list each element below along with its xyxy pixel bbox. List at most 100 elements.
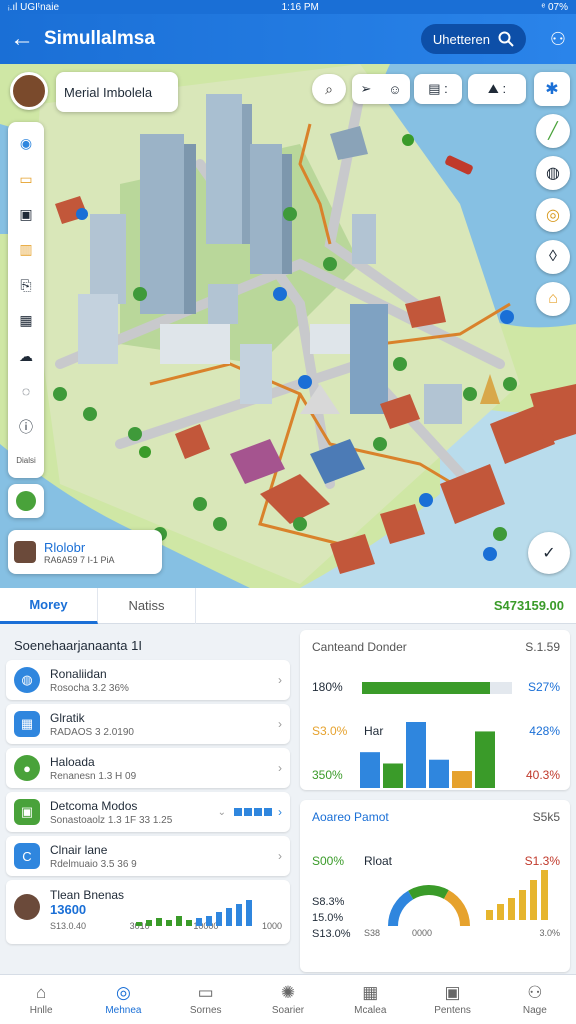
- search-button[interactable]: Uhetteren: [420, 24, 526, 54]
- user-icon: ⚇: [549, 28, 567, 49]
- list-item[interactable]: ▦ Glratik RADAOS 3 2.0190 ›: [6, 704, 290, 744]
- list-item[interactable]: ▣ Detcoma Modos Sonastoaolz 1.3 1F 33 1.2…: [6, 792, 290, 832]
- green-action-button[interactable]: [8, 484, 44, 518]
- list-item[interactable]: ◍ Ronaliidan Rosocha 3.2 36% ›: [6, 660, 290, 700]
- mini-bar: [508, 898, 515, 920]
- location-title: Rlolobr: [44, 539, 86, 555]
- location-card[interactable]: Rlolobr RA6A59 7 I-1 PiA: [8, 530, 162, 574]
- nav-search[interactable]: ◎ Mehnea: [82, 975, 164, 1024]
- chevron-right-icon: ›: [278, 849, 282, 863]
- globe-icon: ◍: [546, 165, 560, 182]
- person-avatar: [14, 894, 40, 920]
- search-icon: [498, 31, 514, 47]
- nav-store[interactable]: ▭ Sornes: [165, 975, 247, 1024]
- app-bar: ← Simullalmsa Uhetteren ⚇: [0, 14, 576, 64]
- tab-notes[interactable]: Natiss: [98, 587, 196, 624]
- left-label: 350%: [312, 768, 343, 782]
- bottom-navigation: ⌂ Hnlle ◎ Mehnea ▭ Sornes ✺ Soarier ▦ Mcalea …: [0, 974, 576, 1024]
- list-item[interactable]: ● Haloada Renanesn 1.3 H 09 ›: [6, 748, 290, 788]
- star-button[interactable]: ✱: [534, 72, 570, 106]
- list-item[interactable]: Tlean Bnenas 13600 S13.0.40 3010 10000 1…: [6, 880, 290, 944]
- mini-bar: [156, 918, 162, 926]
- chart-bar: [383, 763, 403, 788]
- coin-button[interactable]: ◎: [536, 198, 570, 232]
- chevron-right-icon: ›: [278, 761, 282, 775]
- balance-value: S473159.00: [493, 598, 564, 613]
- bar-row-left: 180%: [312, 680, 343, 694]
- pin-tool-button[interactable]: ⌕: [312, 74, 346, 104]
- income-title: Canteand Donder: [312, 640, 407, 654]
- clip-icon[interactable]: ⎘: [20, 277, 31, 294]
- brush-button[interactable]: ╱: [536, 114, 570, 148]
- item-subtitle: RADAOS 3 2.0190: [50, 726, 134, 738]
- nav-settings[interactable]: ✺ Soarier: [247, 975, 329, 1024]
- chart-bar: [360, 752, 380, 788]
- chart-bar: [475, 731, 495, 788]
- nav-home[interactable]: ⌂ Hnlle: [0, 975, 82, 1024]
- app-title: Simullalmsa: [44, 28, 155, 49]
- progress-track: [362, 682, 512, 694]
- tab-money[interactable]: Morey: [0, 587, 98, 624]
- item-subtitle: Sonastoaolz 1.3 1F 33 1.25: [50, 814, 173, 826]
- location-subtitle: RA6A59 7 I-1 PiA: [44, 554, 115, 565]
- left-label: S3.0%: [312, 724, 348, 738]
- user-button[interactable]: ⚇: [540, 29, 576, 50]
- item-title: Ronaliidan: [50, 666, 107, 681]
- chat-icon[interactable]: ◌: [22, 383, 30, 399]
- drop-button[interactable]: ◊: [536, 240, 570, 274]
- chart-bar: [406, 722, 426, 788]
- chevron-down-icon[interactable]: ⌄: [218, 807, 226, 818]
- smile-icon[interactable]: ☺: [388, 82, 401, 97]
- chart-bar: [452, 771, 472, 788]
- search-label: Uhetteren: [432, 31, 490, 47]
- right-label: 40.3%: [525, 768, 560, 782]
- gear-icon: ✺: [280, 983, 296, 1002]
- mini-bar: [196, 918, 202, 926]
- nav-profile[interactable]: ⚇ Nage: [494, 975, 576, 1024]
- left-label: 15.0%: [312, 912, 344, 924]
- chart-bar: [429, 759, 449, 788]
- leaf-icon: ●: [14, 755, 40, 781]
- image-icon[interactable]: ▣: [19, 206, 32, 223]
- confirm-button[interactable]: ✓: [528, 532, 570, 574]
- profile-name: Merial Imbolela: [64, 84, 153, 100]
- route-tool-button[interactable]: ⛰ :: [468, 74, 526, 104]
- globe-button[interactable]: ◍: [536, 156, 570, 190]
- bar-row-right: S27%: [527, 680, 560, 694]
- chevron-right-icon: ›: [278, 805, 282, 819]
- store-icon: ▭: [197, 983, 214, 1002]
- player-avatar[interactable]: [10, 72, 48, 110]
- chevron-right-icon: ›: [278, 717, 282, 731]
- chart-icon[interactable]: ▥: [19, 241, 32, 258]
- profile-card[interactable]: Merial Imbolela: [56, 72, 178, 112]
- nav-label: Sornes: [189, 1005, 222, 1016]
- shop-icon: ▣: [14, 799, 40, 825]
- bar-chart: [360, 722, 495, 788]
- home-icon: ⌂: [36, 983, 47, 1002]
- mini-bar-chart: [136, 900, 252, 926]
- warehouse-button[interactable]: ⌂: [536, 282, 570, 316]
- nav-calendar[interactable]: ▦ Mcalea: [329, 975, 411, 1024]
- navigation-icon[interactable]: ➢: [360, 81, 371, 97]
- sun-icon[interactable]: ◉: [20, 135, 32, 152]
- cloud-icon[interactable]: ☁: [19, 348, 33, 365]
- back-button[interactable]: ←: [0, 25, 44, 53]
- info-icon[interactable]: ⓘ: [19, 417, 33, 437]
- nav-label: Hnlle: [29, 1005, 53, 1016]
- mini-bar-chart: [486, 870, 548, 920]
- progress-fill: [362, 682, 490, 694]
- brush-icon: ╱: [548, 123, 558, 140]
- gauge-segment: [388, 890, 414, 927]
- status-bar: ᵢ.ıl UGIᵗnaie 1:16 PM ᵉ 07%: [0, 0, 576, 14]
- item-title: Detcoma Modos: [50, 798, 138, 813]
- user-icon: ⚇: [527, 983, 543, 1002]
- tab-bar: Morey Natiss S473159.00: [0, 587, 576, 624]
- list-item[interactable]: C Clnair lane Rdelmuaio 3.5 36 9 ›: [6, 836, 290, 876]
- calendar-icon[interactable]: ▦: [19, 312, 32, 329]
- folder-icon[interactable]: ▭: [19, 171, 32, 188]
- route-icon: ⛰ :: [487, 81, 507, 96]
- nav-gifts[interactable]: ▣ Pentens: [411, 975, 493, 1024]
- mini-bar: [486, 910, 493, 920]
- city-map[interactable]: Merial Imbolela ⌕ ➢ ☺ ▤ : ⛰ : ✱ ◉ ▭ ▣ ▥ …: [0, 64, 576, 588]
- note-tool-button[interactable]: ▤ :: [414, 74, 462, 104]
